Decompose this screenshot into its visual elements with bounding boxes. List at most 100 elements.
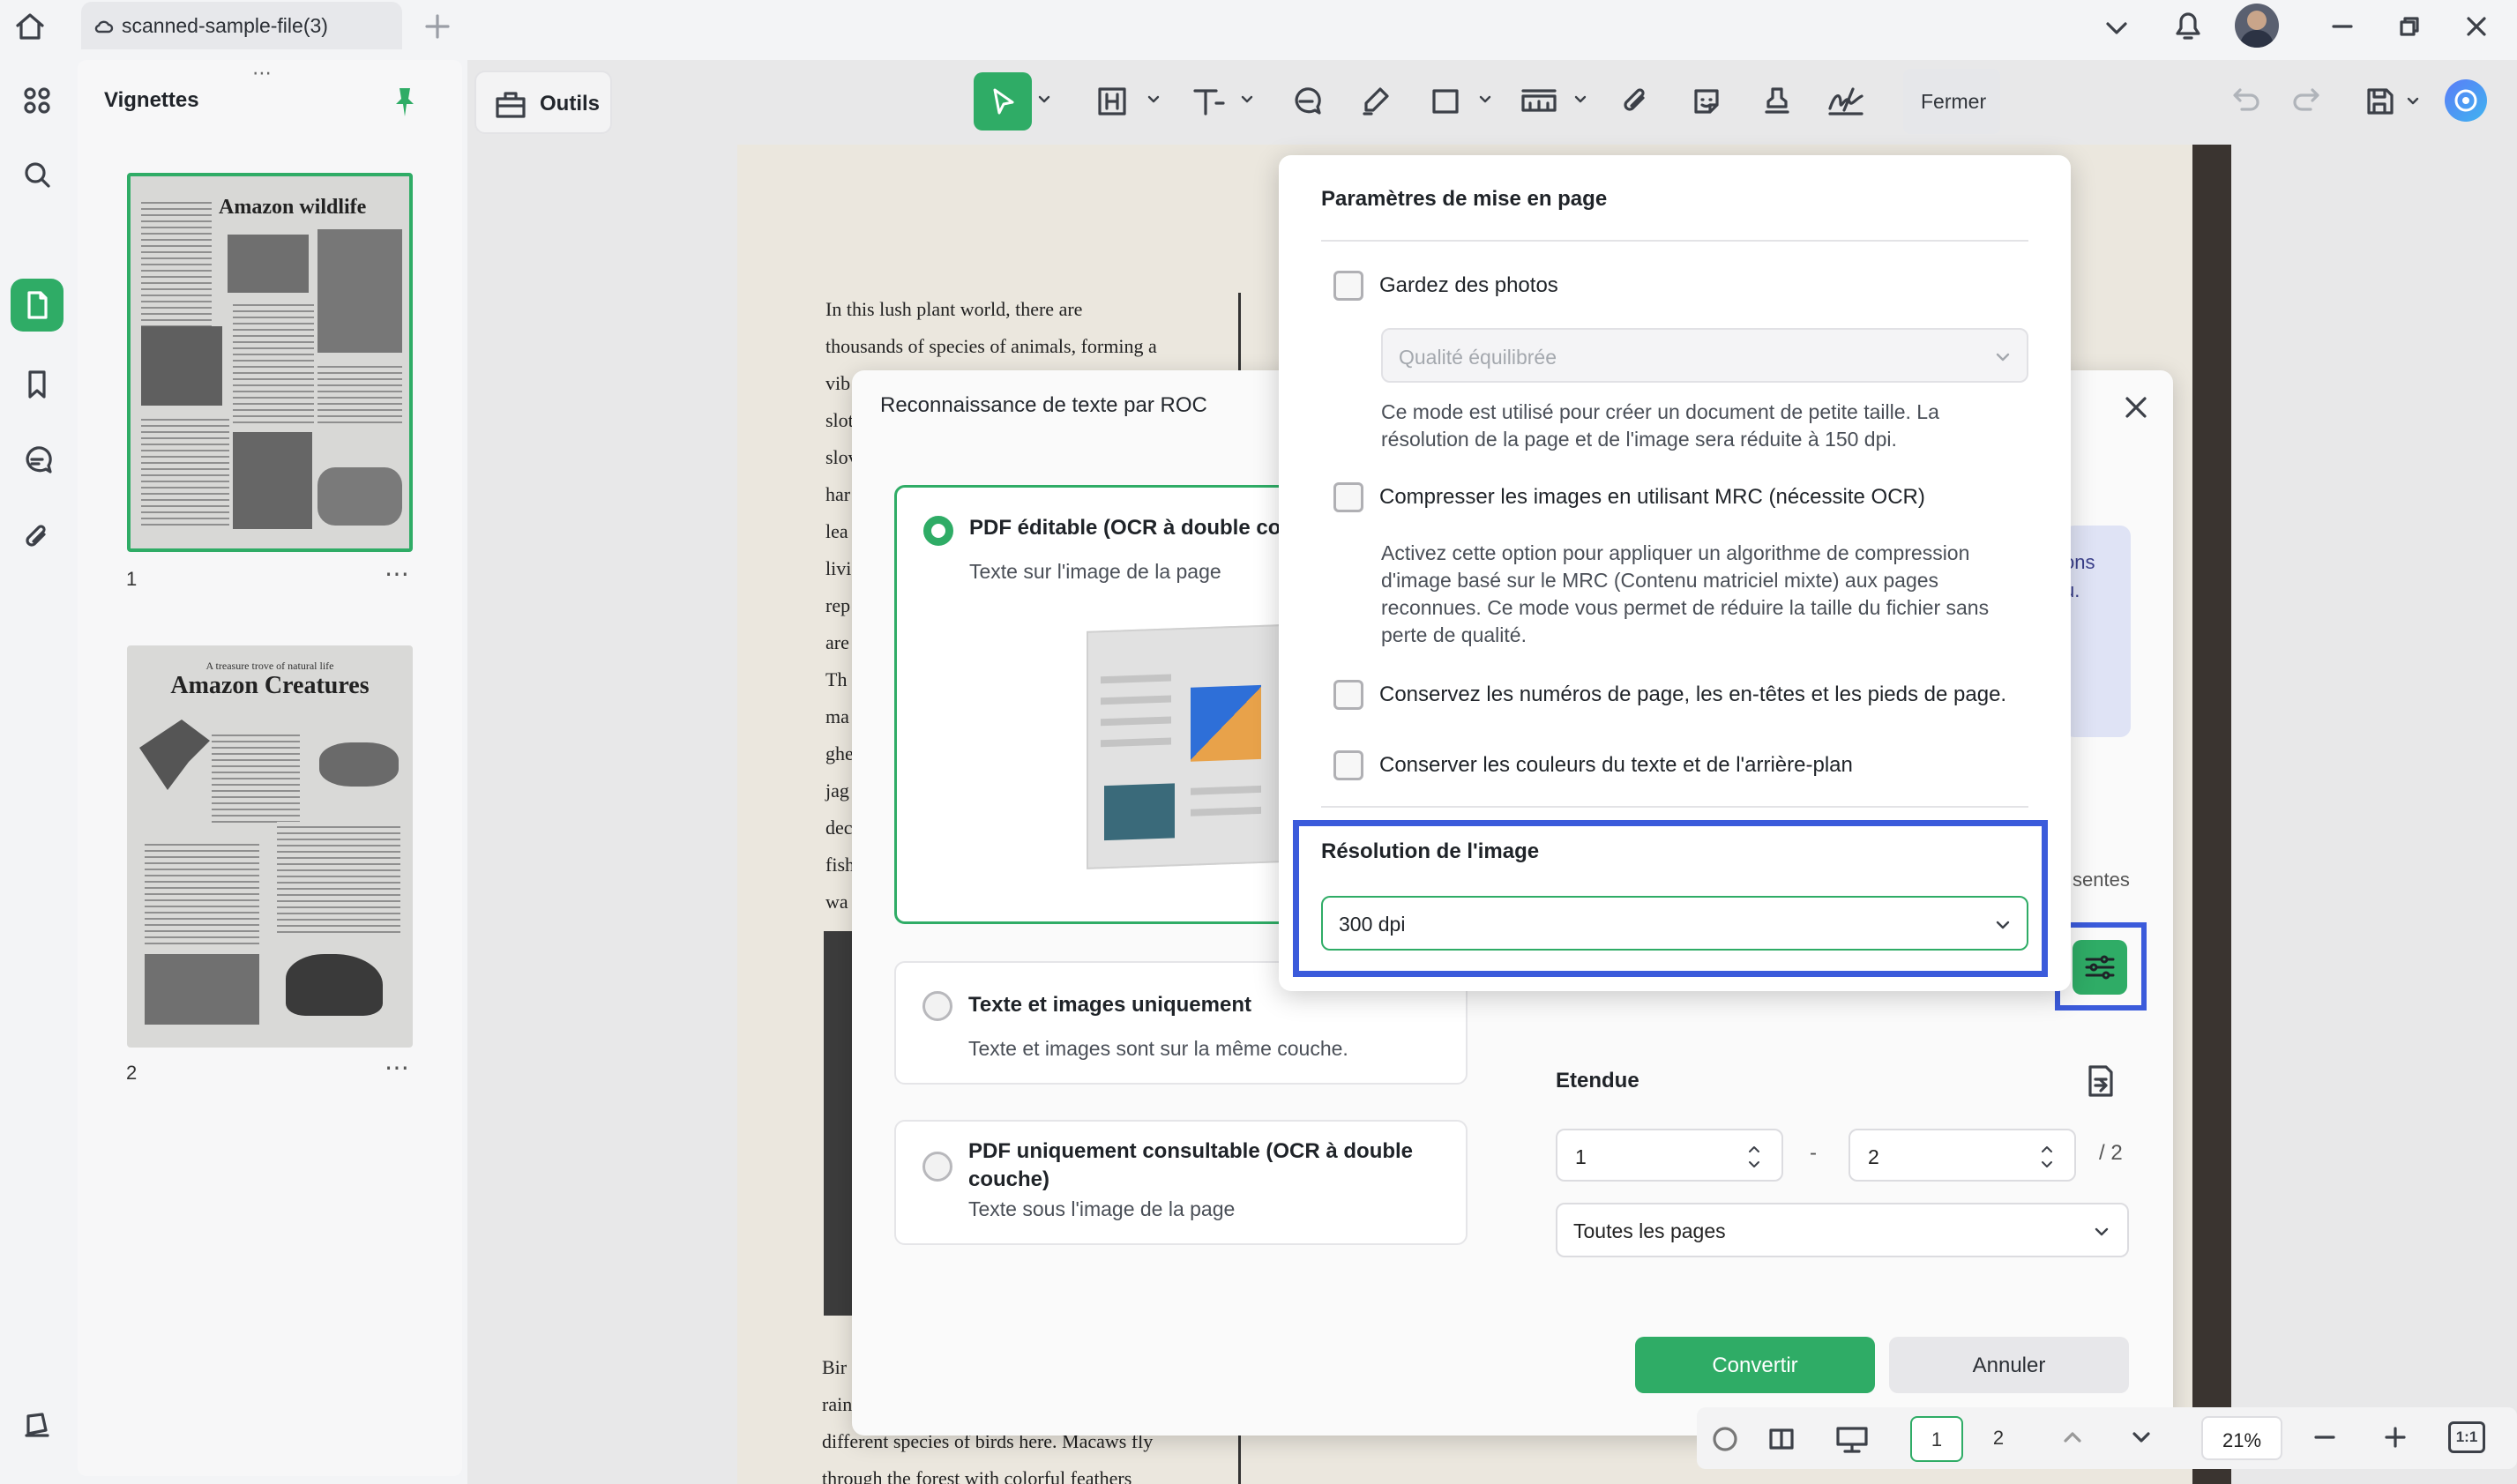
page-text-line: through the forest with colorful feather… [822, 1467, 1132, 1484]
page-current-input[interactable]: 1 [1910, 1416, 1963, 1462]
mrc-label: Compresser les images en utilisant MRC (… [1379, 485, 1925, 509]
home-icon[interactable] [12, 9, 48, 44]
feedback-icon[interactable] [11, 1398, 63, 1451]
chevron-down-icon[interactable] [1478, 92, 1492, 106]
tools-button[interactable]: Outils [474, 71, 612, 134]
chevron-down-icon[interactable] [2099, 11, 2134, 46]
mrc-checkbox[interactable] [1333, 482, 1363, 512]
keep-headers-checkbox[interactable] [1333, 680, 1363, 710]
measure-tool-icon[interactable] [1510, 72, 1568, 131]
thumbnail-text-block [212, 730, 300, 827]
attachment-tool-icon[interactable] [1607, 72, 1665, 131]
document-tab[interactable]: scanned-sample-file(3) [81, 2, 402, 49]
pages-select[interactable]: Toutes les pages [1556, 1203, 2129, 1257]
chevron-down-icon[interactable] [2406, 93, 2420, 108]
ai-assistant-icon[interactable] [2445, 79, 2487, 122]
range-from-value: 1 [1575, 1145, 1587, 1168]
chevron-down-icon[interactable] [1573, 92, 1587, 106]
radio-searchable-pdf[interactable] [922, 1152, 952, 1182]
toolbox-icon [496, 92, 526, 118]
chevron-down-icon[interactable] [2124, 1420, 2159, 1455]
pages-select-value: Toutes les pages [1573, 1219, 1726, 1242]
drag-handle-icon[interactable]: ⋯ [252, 62, 273, 85]
chevron-down-icon[interactable] [1037, 92, 1051, 106]
thumbnail-page-2[interactable]: A treasure trove of natural life Amazon … [127, 645, 413, 1048]
range-to-input[interactable]: 2 [1849, 1129, 2076, 1182]
select-tool-button[interactable] [974, 72, 1032, 131]
radio-text-images-only[interactable] [922, 991, 952, 1021]
chevron-down-icon [2095, 1227, 2109, 1236]
close-tools-button[interactable]: Fermer [1903, 69, 2000, 134]
range-from-input[interactable]: 1 [1556, 1129, 1783, 1182]
layout-settings-title: Paramètres de mise en page [1321, 187, 1608, 211]
quality-select[interactable]: Qualité équilibrée [1381, 328, 2028, 383]
heading-tool-icon[interactable] [1083, 72, 1141, 131]
page-number-1: 1 [126, 568, 138, 590]
option-searchable-pdf[interactable]: PDF uniquement consultable (OCR à double… [894, 1120, 1468, 1245]
text-tool-icon[interactable] [1178, 72, 1236, 131]
thumbnail-kicker: A treasure trove of natural life [205, 660, 334, 672]
sticker-tool-icon[interactable] [1677, 72, 1736, 131]
chevron-down-icon[interactable] [1240, 92, 1254, 106]
convert-button[interactable]: Convertir [1635, 1337, 1875, 1393]
keep-photos-label: Gardez des photos [1379, 273, 1558, 297]
plus-icon[interactable] [422, 11, 453, 42]
bookmark-icon[interactable] [11, 358, 63, 411]
actual-size-button[interactable]: 1:1 [2448, 1421, 2485, 1453]
restore-icon[interactable] [2392, 9, 2427, 44]
stepper-icon[interactable] [2039, 1143, 2055, 1171]
zoom-in-icon[interactable] [2378, 1420, 2413, 1455]
cloud-icon [94, 20, 114, 34]
illustration-line [1101, 674, 1171, 684]
highlighter-tool-icon[interactable] [1346, 72, 1404, 131]
presentation-icon[interactable] [1833, 1421, 1871, 1457]
grid-icon[interactable] [11, 74, 63, 127]
thumbnail-image [228, 235, 309, 293]
pin-icon[interactable] [392, 86, 418, 118]
radio-editable-pdf[interactable] [923, 516, 953, 546]
zoom-level[interactable]: 21% [2201, 1416, 2282, 1460]
avatar[interactable] [2235, 4, 2279, 48]
thumbnail-page-1[interactable]: Amazon wildlife [127, 173, 413, 552]
rectangle-tool-icon[interactable] [1416, 72, 1475, 131]
quality-select-value: Qualité équilibrée [1399, 346, 1557, 369]
thumbnails-page-icon[interactable] [11, 279, 63, 332]
more-options-icon[interactable]: ⋯ [385, 1053, 410, 1082]
illustration-photo [1191, 684, 1261, 762]
keep-colors-checkbox[interactable] [1333, 750, 1363, 780]
page-range-icon[interactable] [2083, 1062, 2118, 1100]
signature-tool-icon[interactable] [1817, 72, 1875, 131]
comment-tool-icon[interactable] [1277, 72, 1335, 131]
option-title: Texte et images uniquement [968, 993, 1251, 1017]
paperclip-icon[interactable] [11, 510, 63, 563]
search-icon[interactable] [11, 148, 63, 201]
options-text-fragment: sentes [2073, 869, 2130, 891]
close-window-icon[interactable] [2459, 9, 2494, 44]
zoom-out-icon[interactable] [2307, 1420, 2342, 1455]
page-next-button[interactable]: 2 [1972, 1416, 2025, 1462]
stamp-tool-icon[interactable] [1748, 72, 1806, 131]
convert-label: Convertir [1712, 1353, 1798, 1377]
option-description: Texte et images sont sur la même couche. [968, 1037, 1348, 1060]
comment-icon[interactable] [11, 434, 63, 487]
ocr-dialog-title: Reconnaissance de texte par ROC [880, 393, 1207, 417]
thumbnail-image [319, 742, 399, 787]
scroll-mode-icon[interactable] [1707, 1421, 1743, 1457]
chevron-down-icon[interactable] [1146, 92, 1161, 106]
keep-photos-checkbox[interactable] [1333, 271, 1363, 301]
illustration-line [1191, 806, 1261, 817]
close-icon[interactable] [2117, 388, 2155, 427]
keep-colors-label: Conserver les couleurs du texte et de l'… [1379, 753, 1853, 777]
cancel-button[interactable]: Annuler [1889, 1337, 2129, 1393]
stepper-icon[interactable] [1746, 1143, 1762, 1171]
page-image-strip [824, 931, 854, 1316]
redo-icon[interactable] [2289, 83, 2325, 118]
minimize-icon[interactable] [2325, 9, 2360, 44]
more-options-icon[interactable]: ⋯ [385, 559, 410, 588]
undo-icon[interactable] [2228, 83, 2263, 118]
page-layout-icon[interactable] [1764, 1421, 1799, 1457]
bell-icon[interactable] [2170, 5, 2207, 44]
thumbnail-text-block [141, 414, 229, 529]
save-icon[interactable] [2362, 83, 2397, 118]
chevron-up-icon[interactable] [2055, 1420, 2090, 1455]
